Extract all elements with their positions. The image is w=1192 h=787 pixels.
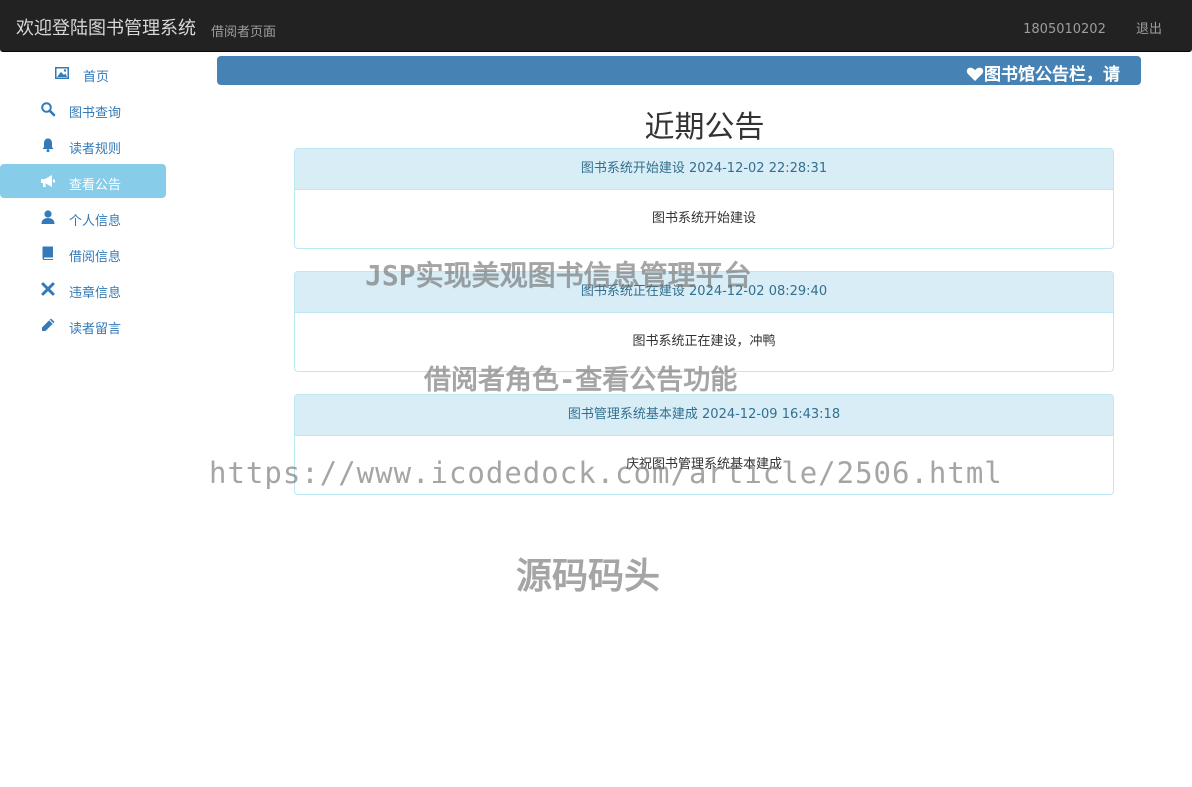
- notice-heading: 图书管理系统基本建成 2024-12-09 16:43:18: [295, 395, 1113, 436]
- sidebar-item-label: 个人信息: [69, 214, 122, 229]
- sidebar-item-label: 读者规则: [69, 142, 122, 157]
- sidebar-item-label: 读者留言: [69, 322, 122, 337]
- brand-title[interactable]: 欢迎登陆图书管理系统: [16, 14, 196, 40]
- watermark-brand: 源码码头: [516, 556, 661, 597]
- picture-icon: [55, 67, 69, 79]
- sidebar-item-violations[interactable]: 违章信息: [0, 272, 166, 306]
- notice-panel: 图书系统开始建设 2024-12-02 22:28:31 图书系统开始建设: [294, 148, 1114, 249]
- heart-icon: [966, 67, 984, 81]
- sidebar-item-home[interactable]: 首页: [0, 56, 166, 90]
- sidebar-item-label: 首页: [83, 70, 110, 85]
- sidebar: 首页 图书查询 读者规则 查看公告 个人信息 借阅信息 违章信息 读者留言: [0, 56, 166, 344]
- sidebar-item-borrow-info[interactable]: 借阅信息: [0, 236, 166, 270]
- sidebar-item-reader-messages[interactable]: 读者留言: [0, 308, 166, 342]
- notice-body: 庆祝图书管理系统基本建成: [625, 457, 782, 472]
- sidebar-item-label: 违章信息: [69, 286, 122, 301]
- notice-heading: 图书系统开始建设 2024-12-02 22:28:31: [295, 149, 1113, 190]
- top-navbar: 欢迎登陆图书管理系统 借阅者页面 1805010202 退出: [0, 0, 1192, 52]
- pencil-icon: [42, 318, 55, 331]
- book-icon: [42, 246, 53, 260]
- sidebar-item-notices[interactable]: 查看公告: [0, 164, 166, 198]
- sidebar-item-label: 查看公告: [69, 178, 122, 193]
- notice-body: 图书系统开始建设: [651, 211, 756, 226]
- notice-body: 图书系统正在建设，冲鸭: [632, 334, 776, 349]
- page-title: 近期公告: [644, 110, 765, 145]
- bullhorn-icon: [41, 175, 55, 187]
- nav-right: 1805010202 退出: [997, 18, 1162, 37]
- search-icon: [41, 102, 56, 117]
- notice-panel: 图书系统正在建设 2024-12-02 08:29:40 图书系统正在建设，冲鸭: [294, 271, 1114, 372]
- sidebar-item-personal-info[interactable]: 个人信息: [0, 200, 166, 234]
- remove-icon: [41, 282, 55, 296]
- marquee-message: 图书馆公告栏，请: [984, 65, 1120, 85]
- sidebar-item-book-search[interactable]: 图书查询: [0, 92, 166, 126]
- logout-link[interactable]: 退出: [1136, 22, 1162, 37]
- page-subtitle: 借阅者页面: [211, 25, 277, 40]
- sidebar-item-reader-rules[interactable]: 读者规则: [0, 128, 166, 162]
- notice-marquee: 图书馆公告栏，请: [217, 56, 1141, 85]
- sidebar-item-label: 借阅信息: [69, 250, 122, 265]
- user-id-link[interactable]: 1805010202: [1023, 22, 1106, 37]
- marquee-text: 图书馆公告栏，请: [966, 60, 1120, 85]
- bell-icon: [42, 138, 54, 153]
- user-icon: [41, 210, 55, 224]
- notice-panel: 图书管理系统基本建成 2024-12-09 16:43:18 庆祝图书管理系统基…: [294, 394, 1114, 495]
- sidebar-item-label: 图书查询: [69, 106, 122, 121]
- notice-heading: 图书系统正在建设 2024-12-02 08:29:40: [295, 272, 1113, 313]
